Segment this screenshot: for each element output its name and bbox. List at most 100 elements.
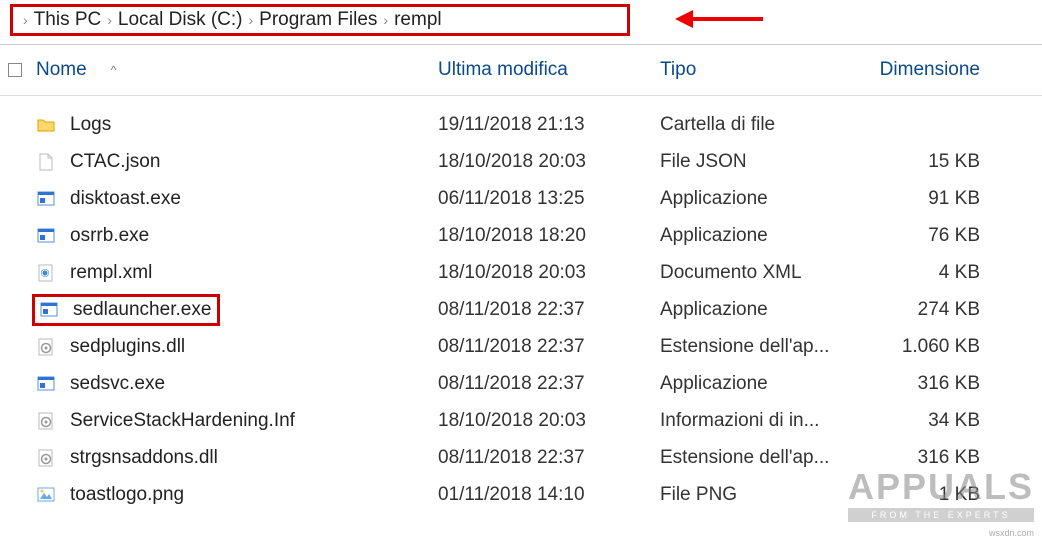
file-size: 1.060 KB [870, 336, 1010, 358]
png-icon [36, 485, 56, 505]
file-name: Logs [70, 114, 111, 136]
breadcrumb[interactable]: › This PC › Local Disk (C:) › Program Fi… [10, 4, 630, 36]
column-header-modified[interactable]: Ultima modifica [438, 59, 660, 81]
file-size: 316 KB [870, 447, 1010, 469]
file-modified: 18/10/2018 20:03 [438, 262, 660, 284]
file-size: 4 KB [870, 262, 1010, 284]
chevron-right-icon: › [249, 12, 254, 28]
file-icon [36, 152, 56, 172]
table-row[interactable]: rempl.xml 18/10/2018 20:03Documento XML4 … [0, 254, 1042, 291]
file-modified: 19/11/2018 21:13 [438, 114, 660, 136]
file-type: Applicazione [660, 225, 870, 247]
chevron-right-icon: › [383, 12, 388, 28]
file-modified: 08/11/2018 22:37 [438, 373, 660, 395]
dll-icon [36, 337, 56, 357]
file-name-cell[interactable]: osrrb.exe [30, 225, 438, 247]
column-header-size[interactable]: Dimensione [870, 59, 1010, 81]
column-header-label: Dimensione [880, 59, 980, 80]
file-type: Applicazione [660, 299, 870, 321]
column-header-label: Tipo [660, 59, 696, 80]
file-name: sedlauncher.exe [73, 299, 211, 321]
select-all-checkbox[interactable] [8, 63, 22, 77]
table-row[interactable]: sedlauncher.exe 08/11/2018 22:37Applicazi… [0, 291, 1042, 328]
file-name-cell[interactable]: sedplugins.dll [30, 336, 438, 358]
file-modified: 18/10/2018 20:03 [438, 410, 660, 432]
table-row[interactable]: sedplugins.dll 08/11/2018 22:37Estensione… [0, 328, 1042, 365]
file-type: Cartella di file [660, 114, 870, 136]
breadcrumb-item[interactable]: This PC [34, 9, 102, 31]
file-name-cell[interactable]: disktoast.exe [30, 188, 438, 210]
breadcrumb-item[interactable]: rempl [394, 9, 442, 31]
breadcrumb-item[interactable]: Program Files [259, 9, 377, 31]
file-modified: 01/11/2018 14:10 [438, 484, 660, 506]
file-name-cell[interactable]: ServiceStackHardening.Inf [30, 410, 438, 432]
file-size: 316 KB [870, 373, 1010, 395]
exe-icon [36, 374, 56, 394]
file-name: CTAC.json [70, 151, 160, 173]
table-row[interactable]: strgsnsaddons.dll 08/11/2018 22:37Estensi… [0, 439, 1042, 476]
file-size: 1 KB [870, 484, 1010, 506]
table-row[interactable]: toastlogo.png 01/11/2018 14:10File PNG1 K… [0, 476, 1042, 513]
file-size: 91 KB [870, 188, 1010, 210]
file-list[interactable]: Logs 19/11/2018 21:13Cartella di file CTAC… [0, 96, 1042, 513]
watermark-url: wsxdn.com [989, 528, 1034, 538]
file-type: Informazioni di in... [660, 410, 870, 432]
exe-icon [36, 189, 56, 209]
table-row[interactable]: Logs 19/11/2018 21:13Cartella di file [0, 106, 1042, 143]
file-name: sedplugins.dll [70, 336, 185, 358]
file-name-cell[interactable]: strgsnsaddons.dll [30, 447, 438, 469]
file-name-cell[interactable]: rempl.xml [30, 262, 438, 284]
file-modified: 08/11/2018 22:37 [438, 447, 660, 469]
column-header-label: Ultima modifica [438, 59, 568, 80]
file-modified: 08/11/2018 22:37 [438, 299, 660, 321]
table-row[interactable]: ServiceStackHardening.Inf 18/10/2018 20:0… [0, 402, 1042, 439]
file-name: rempl.xml [70, 262, 152, 284]
file-name: strgsnsaddons.dll [70, 447, 218, 469]
file-modified: 06/11/2018 13:25 [438, 188, 660, 210]
address-bar: › This PC › Local Disk (C:) › Program Fi… [0, 0, 1042, 45]
column-header-label: Nome [36, 59, 87, 81]
chevron-right-icon: › [107, 12, 112, 28]
file-type: Estensione dell'ap... [660, 336, 870, 358]
file-name-cell[interactable]: sedsvc.exe [30, 373, 438, 395]
sort-asc-icon: ^ [111, 63, 117, 77]
file-type: Applicazione [660, 373, 870, 395]
table-row[interactable]: sedsvc.exe 08/11/2018 22:37Applicazione31… [0, 365, 1042, 402]
column-header-name[interactable]: Nome ^ [30, 59, 438, 81]
dll-icon [36, 448, 56, 468]
breadcrumb-item[interactable]: Local Disk (C:) [118, 9, 243, 31]
file-modified: 18/10/2018 18:20 [438, 225, 660, 247]
file-size: 34 KB [870, 410, 1010, 432]
file-name: ServiceStackHardening.Inf [70, 410, 295, 432]
exe-icon [36, 226, 56, 246]
file-modified: 08/11/2018 22:37 [438, 336, 660, 358]
table-row[interactable]: osrrb.exe 18/10/2018 18:20Applicazione76 … [0, 217, 1042, 254]
xml-icon [36, 263, 56, 283]
inf-icon [36, 411, 56, 431]
file-type: Documento XML [660, 262, 870, 284]
chevron-right-icon: › [23, 12, 28, 28]
file-name-cell[interactable]: toastlogo.png [30, 484, 438, 506]
table-row[interactable]: disktoast.exe 06/11/2018 13:25Applicazion… [0, 180, 1042, 217]
file-name-cell[interactable]: Logs [30, 114, 438, 136]
annotation-arrow [675, 10, 763, 28]
file-type: Estensione dell'ap... [660, 447, 870, 469]
file-type: Applicazione [660, 188, 870, 210]
file-type: File PNG [660, 484, 870, 506]
folder-icon [36, 115, 56, 135]
column-headers: Nome ^ Ultima modifica Tipo Dimensione [0, 45, 1042, 96]
column-header-type[interactable]: Tipo [660, 59, 870, 81]
exe-icon [39, 300, 59, 320]
file-modified: 18/10/2018 20:03 [438, 151, 660, 173]
file-name: toastlogo.png [70, 484, 184, 506]
file-type: File JSON [660, 151, 870, 173]
file-name: sedsvc.exe [70, 373, 165, 395]
file-size: 274 KB [870, 299, 1010, 321]
file-size: 76 KB [870, 225, 1010, 247]
file-name-cell[interactable]: sedlauncher.exe [30, 294, 438, 326]
file-name-cell[interactable]: CTAC.json [30, 151, 438, 173]
file-name: disktoast.exe [70, 188, 181, 210]
file-name: osrrb.exe [70, 225, 149, 247]
file-size: 15 KB [870, 151, 1010, 173]
table-row[interactable]: CTAC.json 18/10/2018 20:03File JSON15 KB [0, 143, 1042, 180]
